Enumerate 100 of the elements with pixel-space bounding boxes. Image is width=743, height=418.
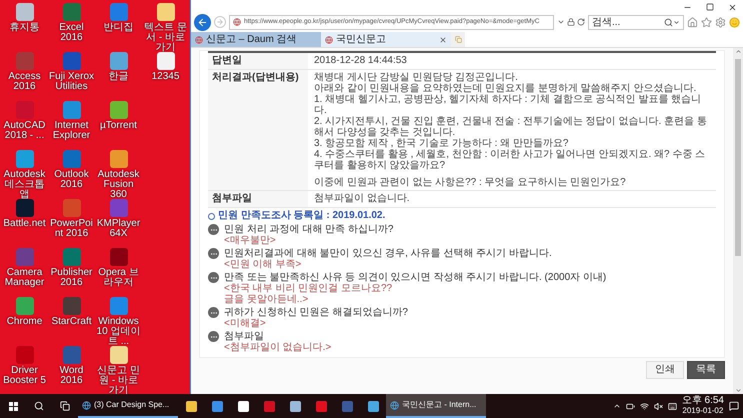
app-icon[interactable] [290,400,300,412]
refresh-icon[interactable] [577,18,585,26]
shortcut-label: Word 2016 [58,366,84,386]
survey-question: 만족 또는 불만족하신 사유 등 의견이 있으시면 작성해 주시기 바랍니다. (2000자 이내) [224,272,606,283]
shortcut-label: Camera Manager [4,268,46,288]
search-icon[interactable] [664,18,673,26]
scrollbar[interactable] [733,48,743,394]
forward-arrow-icon [216,18,224,26]
scroll-down-icon[interactable] [734,387,742,394]
shortcut-icon[interactable] [110,101,128,119]
scroll-up-icon[interactable] [734,48,742,55]
settings-icon[interactable] [715,16,726,28]
shortcut-label: Chrome [6,317,44,327]
close-icon[interactable] [728,2,737,12]
field-value: 채병대 게시단 감방실 민원담당 김정곤입니다. [314,72,519,83]
app-icon[interactable] [238,400,248,412]
field-label: 처리결과(답변내용) [208,70,308,190]
survey-date: 민원 만족도조사 등록일 : 2019.01.02. [218,210,386,222]
site-icon [233,18,241,26]
app-icon[interactable] [368,400,378,412]
clock-date[interactable]: 2019-01-02 [682,406,724,416]
field-value: 첨부파일이 없습니다. [314,193,411,204]
action-button[interactable]: 목록 [687,361,725,379]
field-value: 4. 수중스쿠터를 활용 , 세월호, 천안함 : 이러한 사고가 일어나면 안되겠지요. 왜? 수중 스쿠터를 활용하지 않았을까요? [314,149,706,171]
favorites-icon[interactable] [701,16,712,28]
shortcut-icon[interactable] [16,3,34,21]
field-value: 3. 항공모함 제작 , 한국 기술로 가능하다 : 왜 만만들까요? [314,138,570,149]
action-button[interactable]: 인쇄 [646,361,684,379]
field-value: 2. 시가지전투시, 건물 진입 훈련, 건물내 전술 : 전투기술에는 정답이 없습니다. 훈련을 통해서 다양성을 갖추는 것입니다. [314,116,708,138]
clock-time[interactable]: 오후 6:54 [682,396,724,406]
close-icon[interactable] [439,36,447,44]
battery-icon[interactable] [626,402,635,410]
shortcut-label: AutoCAD 2018 - ... [2,121,46,141]
survey-answer: <민원 이해 부족> [224,259,302,270]
field-label: 답변일 [208,53,308,69]
taskbar-window-button[interactable]: (3) Car Design Spe... [78,394,178,418]
shortcut-label: Autodesk Fusion 360 [96,170,140,200]
browser-tab[interactable]: 신문고 – Daum 검색 [191,32,321,47]
shortcut-label: µTorrent [99,121,138,131]
site-icon [325,36,333,44]
ellipsis-icon [208,307,219,318]
shortcut-icon[interactable] [110,346,128,364]
shortcut-label: Windows 10 업데이트 ... [96,317,142,347]
survey-answer: 글을 못알아듣네..> [224,294,310,305]
shortcut-icon[interactable] [156,52,174,70]
home-icon[interactable] [687,16,698,28]
lock-icon [567,18,575,26]
info-icon [208,212,215,220]
shortcut-label: 텍스트 문서 - 바로 가기 [143,23,188,53]
maximize-icon[interactable] [706,3,714,11]
keyboard-icon[interactable] [668,402,677,410]
search-field[interactable]: 검색... [588,14,684,30]
survey-question: 민원처리결과에 대해 불만이 있으신 경우, 사유를 선택해 주시기 바랍니다. [224,248,552,259]
survey-question: 민원 처리 과정에 대해 만족 하십니까? [224,224,394,235]
field-value: 이중에 민원과 관련이 없는 사항은?? : 무엇을 요구하시는 민원인가요? [314,177,627,188]
shortcut-label: Fuji Xerox Utilities [48,72,95,92]
shortcut-label: Autodesk 데스크톱 앱 [2,170,46,200]
field-value: 2018-12-28 14:44:53 [314,55,408,66]
ellipsis-icon [208,331,219,342]
browser-tab[interactable]: 국민신문고 [321,32,451,47]
shortcut-label: 한글 [108,72,130,82]
app-icon[interactable] [186,400,196,412]
shortcut-label: Driver Booster 5 [2,366,47,386]
survey-answer: <한국 내부 비리 민원인걸 모르나요?? [224,283,394,294]
dropdown-icon[interactable] [673,18,680,26]
notifications-icon[interactable] [729,401,739,411]
shortcut-label: Internet Explorer [52,121,92,141]
shortcut-label: Publisher 2016 [50,268,94,288]
shortcut-icon[interactable] [110,52,128,70]
task-view-icon[interactable] [60,401,70,411]
ellipsis-icon [208,272,219,283]
shortcut-icon[interactable] [62,297,80,315]
survey-answer: <첨부파일이 없습니다.> [224,342,332,353]
field-value: 1. 채병대 헬기사고, 공병판상, 헬기자체 하자다 : 기체 결함으로 공식적인 발표를 했습니다. [314,94,702,116]
shortcut-icon[interactable] [156,3,174,21]
volume-icon[interactable] [654,402,663,410]
browser-icon [82,400,91,410]
taskbar-window-button[interactable]: 국민신문고 - Intern... [386,394,486,418]
shortcut-label: Battle.net [2,219,47,229]
field-value: 아래와 같이 민원내용을 요약하였는데 민원요지를 분명하게 말씀해주지 안으셨습니다. [314,83,698,94]
tray-overflow-icon[interactable] [612,402,621,410]
wifi-icon[interactable] [640,402,649,410]
shortcut-label: PowerPoint 2016 [49,219,94,239]
ellipsis-icon [208,224,219,235]
forward-button[interactable] [214,16,226,28]
shortcut-label: 12345 [150,72,180,82]
feedback-icon[interactable] [729,16,740,28]
survey-question: 첨부파일 [224,331,265,342]
back-button[interactable] [194,14,211,30]
search-input[interactable]: 검색... [592,14,664,30]
field-label: 첨부파일 [208,191,308,207]
shortcut-icon[interactable] [16,199,34,217]
ellipsis-icon [208,248,219,259]
shortcut-label: KMPlayer 64X [96,219,142,239]
shortcut-label: Outlook 2016 [53,170,90,190]
back-arrow-icon [197,16,208,28]
shortcut-icon[interactable] [110,248,128,266]
shortcut-icon[interactable] [110,150,128,168]
survey-answer: <미해결> [224,318,267,329]
dropdown-icon[interactable] [557,18,565,26]
